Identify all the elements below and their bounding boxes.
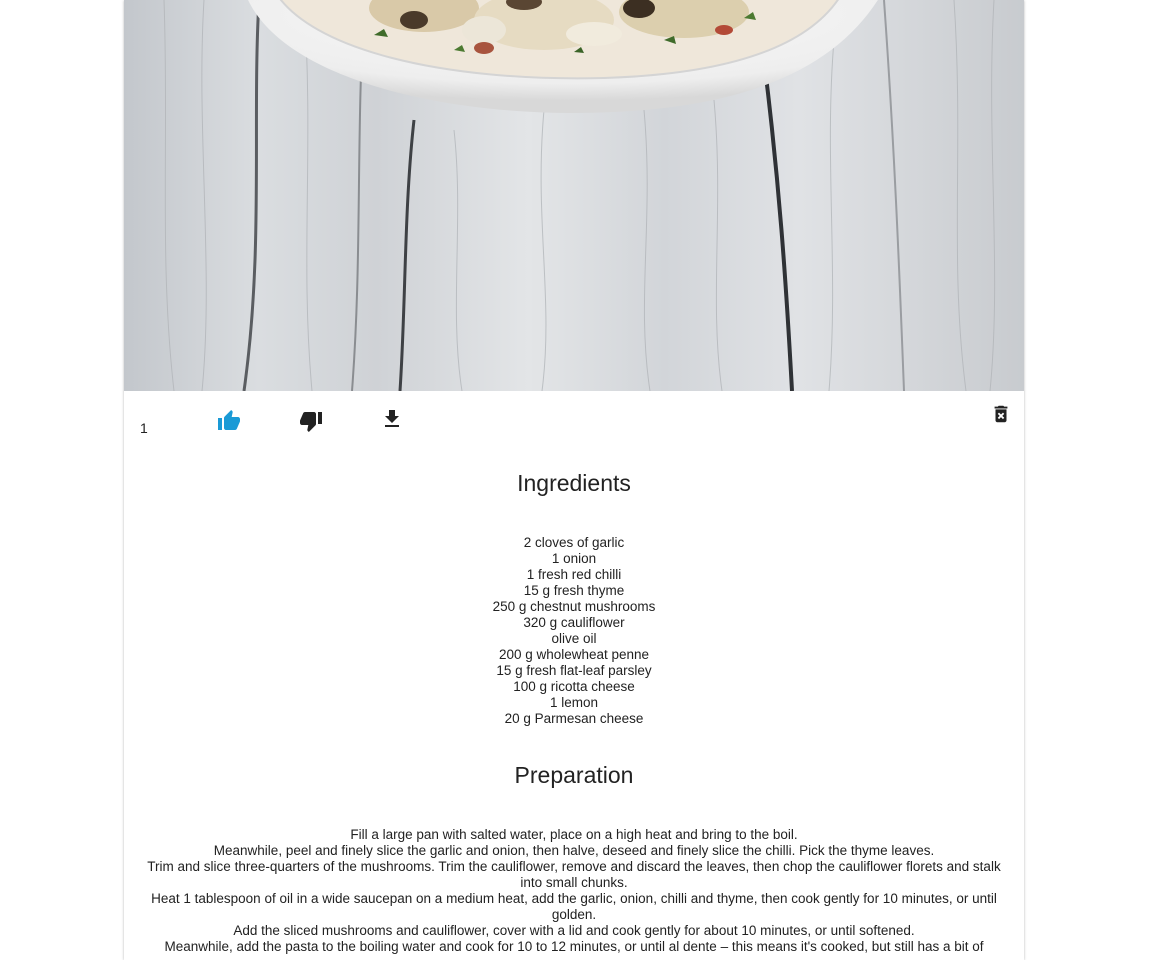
recipe-photo [124, 0, 1024, 391]
ingredient-item: 1 lemon [549, 695, 599, 710]
thumb-up-icon [217, 409, 241, 433]
ingredient-item: 2 cloves of garlic [523, 535, 625, 550]
delete-icon [990, 403, 1012, 425]
download-icon [380, 407, 404, 431]
dislike-button[interactable] [297, 407, 325, 435]
ingredient-item: 100 g ricotta cheese [513, 679, 635, 694]
ingredient-item: 1 onion [551, 551, 597, 566]
like-button[interactable] [215, 407, 243, 435]
ingredient-item: 15 g fresh flat-leaf parsley [496, 663, 652, 678]
preparation-list: Fill a large pan with salted water, plac… [144, 827, 1004, 955]
ingredients-heading: Ingredients [517, 470, 631, 496]
thumb-down-icon [299, 409, 323, 433]
preparation-heading: Preparation [514, 762, 634, 788]
ingredient-item: 320 g cauliflower [523, 615, 625, 630]
ingredient-item: 20 g Parmesan cheese [504, 711, 644, 726]
ingredient-item: 250 g chestnut mushrooms [492, 599, 656, 614]
likes-count: 1 [140, 420, 148, 436]
ingredient-item: 200 g wholewheat penne [498, 647, 650, 662]
preparation-step: Add the sliced mushrooms and cauliflower… [233, 923, 915, 938]
preparation-step: Meanwhile, peel and finely slice the gar… [213, 843, 935, 858]
ingredient-item: 15 g fresh thyme [523, 583, 625, 598]
ingredient-item: 1 fresh red chilli [526, 567, 622, 582]
preparation-step: Trim and slice three-quarters of the mus… [147, 859, 1001, 890]
preparation-step: Heat 1 tablespoon of oil in a wide sauce… [151, 891, 997, 922]
recipe-photo-image [124, 0, 1024, 391]
recipe-actions-bar: 1 [124, 391, 1024, 451]
download-button[interactable] [378, 405, 406, 433]
ingredients-list: 2 cloves of garlic 1 onion 1 fresh red chi… [124, 535, 1024, 727]
ingredient-item: olive oil [551, 631, 597, 646]
preparation-step: Fill a large pan with salted water, plac… [350, 827, 798, 842]
delete-button[interactable] [987, 400, 1015, 428]
recipe-card: 1 Ingredients 2 cloves of garlic 1 onion… [124, 0, 1024, 960]
preparation-step: Meanwhile, add the pasta to the boiling … [164, 939, 984, 954]
